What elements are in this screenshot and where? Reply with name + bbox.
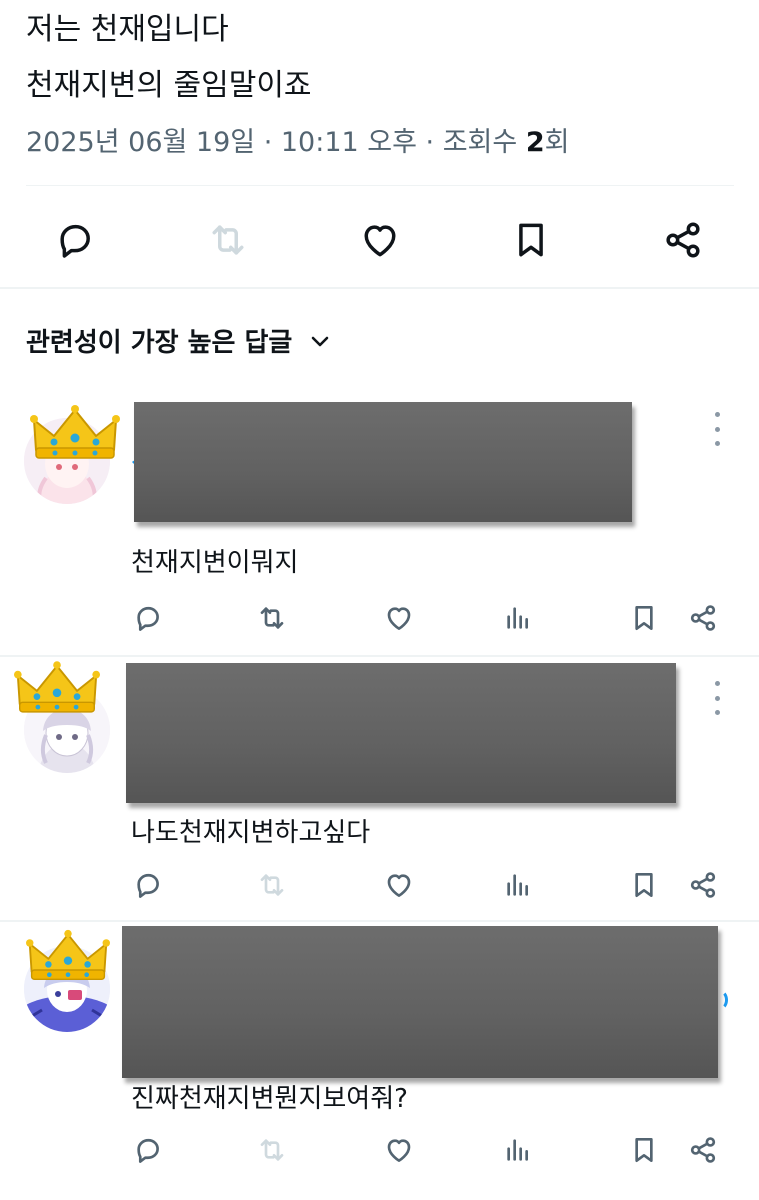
more-options-button[interactable] — [707, 681, 727, 715]
replies-sort-dropdown[interactable]: 관련성이 가장 높은 답글 — [26, 322, 332, 359]
retweet-icon — [212, 225, 244, 255]
views-button[interactable] — [500, 1130, 536, 1170]
reply-text: 진짜천재지변뭔지보여줘? — [131, 1084, 408, 1114]
reply-button[interactable] — [130, 598, 166, 638]
reply-item[interactable]: 진짜천재지변뭔지보여줘? — [0, 922, 759, 1200]
crown-icon — [30, 405, 120, 459]
bookmark-icon — [635, 606, 653, 630]
retweet-button[interactable] — [254, 1130, 290, 1170]
reply-icon — [137, 1138, 159, 1163]
post-action-bar — [0, 205, 759, 275]
reply-button[interactable] — [50, 215, 100, 265]
like-icon — [387, 607, 411, 630]
views-button[interactable] — [500, 598, 536, 638]
like-button[interactable] — [381, 598, 417, 638]
post-text-line-1: 저는 천재입니다 — [26, 12, 229, 47]
bookmark-icon — [635, 873, 653, 897]
like-button[interactable] — [355, 215, 405, 265]
like-icon — [387, 874, 411, 897]
redacted-author-block — [134, 402, 632, 522]
retweet-icon — [260, 607, 284, 629]
share-icon — [690, 1137, 716, 1163]
share-icon — [690, 605, 716, 631]
reply-item[interactable]: 나도천재지변하고싶다 — [0, 657, 759, 922]
meta-divider — [26, 185, 734, 186]
chevron-down-icon — [308, 329, 332, 353]
reply-item[interactable]: 천재지변이뭐지 — [0, 390, 759, 655]
views-icon — [507, 1139, 528, 1161]
bookmark-button[interactable] — [626, 865, 662, 905]
bookmark-button[interactable] — [506, 215, 556, 265]
reply-text: 천재지변이뭐지 — [131, 548, 299, 578]
views-count: 2 — [525, 127, 545, 158]
reply-action-bar — [0, 865, 759, 905]
share-icon — [690, 872, 716, 898]
like-button[interactable] — [381, 1130, 417, 1170]
like-button[interactable] — [381, 865, 417, 905]
reply-action-bar — [0, 598, 759, 638]
crown-icon — [26, 929, 110, 981]
retweet-button[interactable] — [203, 215, 253, 265]
share-button[interactable] — [658, 215, 708, 265]
bookmark-icon — [635, 1138, 653, 1162]
meta-separator: · — [416, 127, 443, 158]
views-icon — [507, 874, 528, 896]
more-options-button[interactable] — [707, 412, 727, 446]
retweet-button[interactable] — [254, 598, 290, 638]
retweet-icon — [260, 1139, 284, 1161]
share-button[interactable] — [685, 598, 721, 638]
views-unit: 회 — [544, 127, 570, 158]
share-button[interactable] — [685, 865, 721, 905]
reply-button[interactable] — [130, 865, 166, 905]
redacted-author-block — [122, 926, 718, 1078]
retweet-button[interactable] — [254, 865, 290, 905]
section-divider — [0, 287, 759, 289]
replies-sort-label: 관련성이 가장 높은 답글 — [26, 328, 293, 358]
views-button[interactable] — [500, 865, 536, 905]
reply-icon — [137, 873, 159, 898]
redacted-author-block — [126, 663, 676, 803]
views-label: 조회수 — [442, 127, 518, 158]
reply-action-bar — [0, 1130, 759, 1170]
share-icon — [666, 222, 700, 258]
bookmark-icon — [519, 223, 543, 257]
like-icon — [364, 225, 396, 257]
bookmark-button[interactable] — [626, 1130, 662, 1170]
retweet-icon — [260, 874, 284, 896]
post-meta: 2025년 06월 19일 · 10:11 오후 · 조회수 2회 — [26, 120, 569, 159]
reply-icon — [137, 606, 159, 631]
crown-icon — [14, 661, 100, 713]
meta-separator: · — [255, 127, 281, 158]
views-icon — [507, 607, 528, 629]
bookmark-button[interactable] — [626, 598, 662, 638]
reply-icon — [60, 224, 90, 258]
reply-text: 나도천재지변하고싶다 — [131, 818, 371, 848]
reply-button[interactable] — [130, 1130, 166, 1170]
post-time: 10:11 오후 — [280, 127, 417, 158]
post-date: 2025년 06월 19일 — [26, 127, 256, 158]
share-button[interactable] — [685, 1130, 721, 1170]
like-icon — [387, 1139, 411, 1162]
post-text-line-2: 천재지변의 줄임말이죠 — [26, 68, 312, 103]
